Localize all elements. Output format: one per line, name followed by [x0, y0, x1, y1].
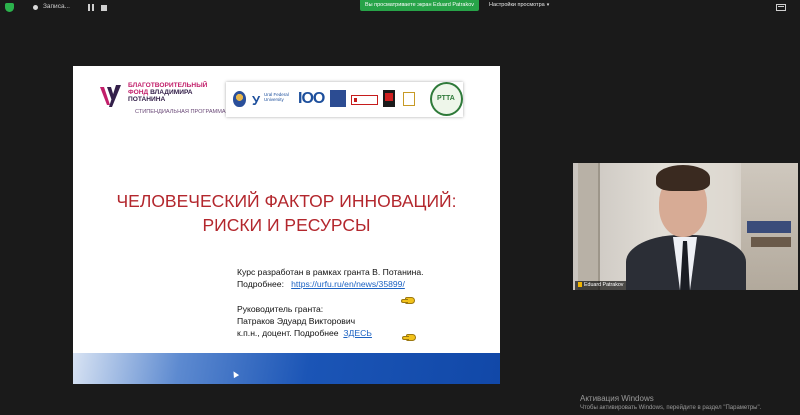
potanin-fund-logo: БЛАГОТВОРИТЕЛЬНЫЙ ФОНД ВЛАДИМИРА ПОТАНИН…: [95, 82, 226, 118]
fund-name: БЛАГОТВОРИТЕЛЬНЫЙ ФОНД ВЛАДИМИРА ПОТАНИН…: [128, 82, 207, 104]
partner-square-logo-icon: [330, 90, 346, 107]
shield-icon[interactable]: [5, 3, 14, 12]
stop-icon[interactable]: [101, 5, 107, 11]
fund-name-line3: ПОТАНИНА: [128, 96, 166, 104]
microphone-icon: [578, 282, 582, 287]
pointing-hand-icon: [402, 334, 416, 341]
partner-dark-logo-icon: [383, 90, 395, 107]
screen-share-banner: Вы просматриваете экран Eduard Patrakov: [360, 0, 479, 11]
course-line: Курс разработан в рамках гранта В. Потан…: [237, 267, 424, 277]
recording-icon: [33, 5, 38, 10]
view-options-label: Настройки просмотра: [489, 2, 545, 8]
participant-hair: [656, 165, 710, 191]
slide-title-line1: ЧЕЛОВЕЧЕСКИЙ ФАКТОР ИННОВАЦИЙ:: [116, 191, 457, 211]
view-options-button[interactable]: Настройки просмотра ▾: [489, 2, 549, 8]
participant-name: Eduard Patrakov: [584, 282, 624, 288]
urfu-100-logo: IOO: [298, 90, 325, 107]
meeting-top-bar: Записа... Вы просматриваете экран Eduard…: [0, 0, 800, 16]
urfu-logo-text: Ural Federal University: [264, 92, 289, 102]
pta-logo: PTTA: [430, 82, 463, 116]
course-info: Курс разработан в рамках гранта В. Потан…: [237, 266, 424, 290]
windows-activation-text: Чтобы активировать Windows, перейдите в …: [580, 405, 762, 411]
grant-head-info: Руководитель гранта: Патраков Эдуард Вик…: [237, 303, 372, 339]
chevron-down-icon: ▾: [546, 2, 550, 8]
partner-logos: У Ural Federal University IOO: [226, 82, 463, 117]
video-bookshelf: [741, 163, 798, 290]
pause-icon[interactable]: [88, 4, 94, 11]
fund-name-line1: БЛАГОТВОРИТЕЛЬНЫЙ: [128, 82, 208, 89]
participant-name-tag: Eduard Patrakov: [575, 281, 627, 290]
fullscreen-icon[interactable]: [776, 4, 786, 11]
head-label: Руководитель гранта:: [237, 304, 324, 314]
more-label: Подробнее:: [237, 279, 284, 289]
news-link[interactable]: https://urfu.ru/en/news/35899/: [291, 279, 405, 289]
participant-video: [626, 165, 746, 290]
slide-footer-band: [73, 353, 500, 384]
fund-name-line2a: ФОНД: [128, 89, 151, 97]
slide-title: ЧЕЛОВЕЧЕСКИЙ ФАКТОР ИННОВАЦИЙ: РИСКИ И Р…: [73, 189, 500, 237]
recording-label: Записа...: [43, 3, 70, 10]
pointing-hand-icon: [401, 297, 415, 304]
fund-program: СТИПЕНДИАЛЬНАЯ ПРОГРАММА: [135, 109, 226, 115]
shared-slide: БЛАГОТВОРИТЕЛЬНЫЙ ФОНД ВЛАДИМИРА ПОТАНИН…: [73, 66, 500, 384]
head-title: к.п.н., доцент. Подробнее: [237, 328, 339, 338]
zoom-meeting-screen: Записа... Вы просматриваете экран Eduard…: [0, 0, 800, 415]
video-door: [578, 163, 600, 290]
head-name: Патраков Эдуард Викторович: [237, 316, 356, 326]
windows-activation-title: Активация Windows: [580, 394, 654, 403]
crest-logo-icon: [233, 91, 246, 107]
participant-video-tile[interactable]: Eduard Patrakov: [573, 163, 798, 290]
partner-gold-logo-icon: [403, 92, 415, 106]
urfu-logo-icon: У: [252, 93, 261, 108]
slide-title-line2: РИСКИ И РЕСУРСЫ: [202, 215, 371, 235]
fund-name-line2b: ВЛАДИМИРА: [150, 89, 193, 97]
pta-logo-text: PTTA: [437, 95, 455, 102]
fund-mark-icon: [100, 85, 121, 107]
here-link[interactable]: ЗДЕСЬ: [343, 328, 372, 338]
partner-red-logo-icon: [351, 95, 378, 105]
